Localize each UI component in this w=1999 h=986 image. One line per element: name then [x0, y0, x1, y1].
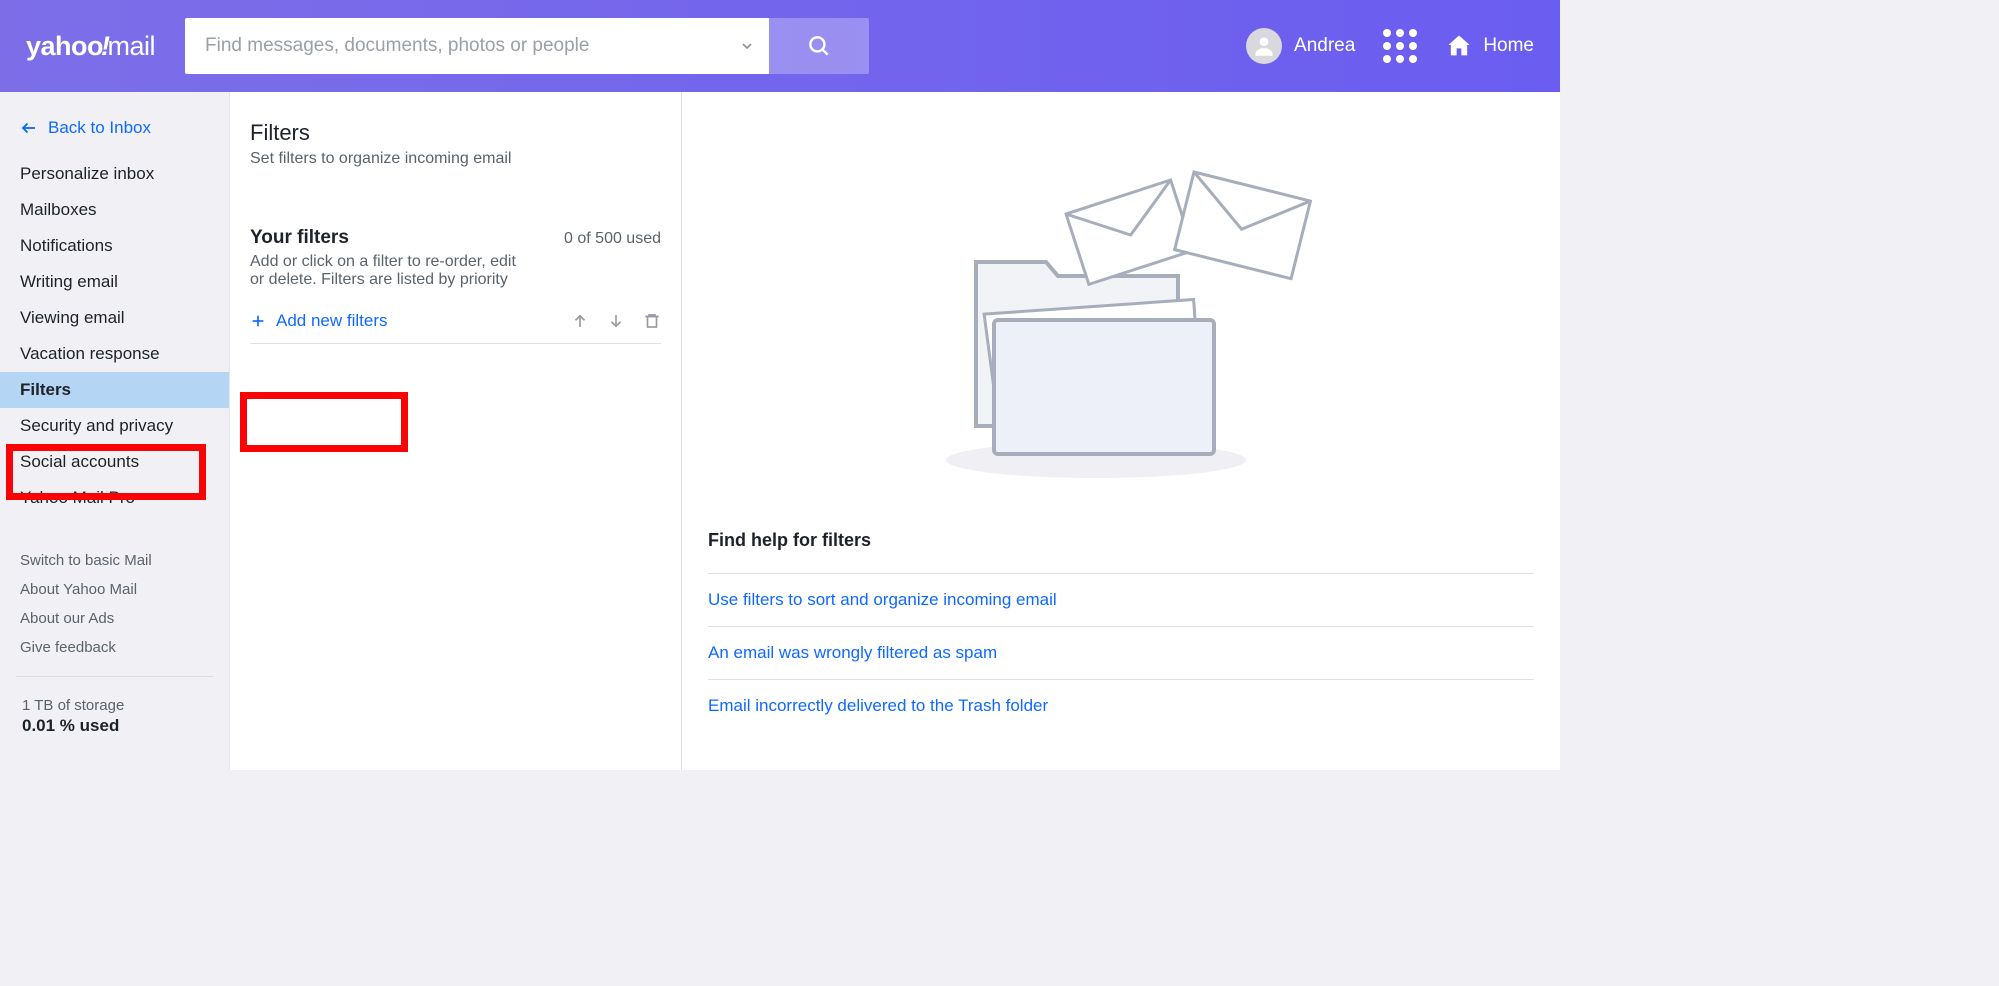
- sidebar-secondary-about-ads[interactable]: About our Ads: [0, 604, 229, 633]
- sidebar-item-vacation-response[interactable]: Vacation response: [0, 336, 229, 372]
- sidebar-item-personalize-inbox[interactable]: Personalize inbox: [0, 156, 229, 192]
- your-filters-heading: Your filters: [250, 227, 530, 249]
- account-name: Andrea: [1294, 35, 1355, 57]
- search-bar: [185, 18, 869, 74]
- settings-sidebar: Back to Inbox Personalize inbox Mailboxe…: [0, 92, 230, 770]
- back-to-inbox[interactable]: Back to Inbox: [0, 112, 229, 156]
- sidebar-item-viewing-email[interactable]: Viewing email: [0, 300, 229, 336]
- account-menu[interactable]: Andrea: [1246, 28, 1355, 64]
- your-filters-description: Add or click on a filter to re-order, ed…: [250, 253, 530, 289]
- search-scope-dropdown[interactable]: [725, 18, 769, 74]
- app-header: yahoo ! mail Andrea: [0, 0, 1560, 92]
- move-up-button[interactable]: [571, 312, 589, 330]
- sidebar-item-social-accounts[interactable]: Social accounts: [0, 444, 229, 480]
- yahoo-mail-logo[interactable]: yahoo ! mail: [26, 31, 155, 62]
- filters-panel: Filters Set filters to organize incoming…: [230, 92, 682, 770]
- sidebar-item-notifications[interactable]: Notifications: [0, 228, 229, 264]
- logo-suffix: mail: [108, 31, 156, 62]
- help-panel: Find help for filters Use filters to sor…: [682, 92, 1560, 770]
- home-icon: [1445, 32, 1473, 60]
- sidebar-divider: [16, 676, 213, 677]
- search-icon: [806, 33, 832, 59]
- sidebar-item-mailboxes[interactable]: Mailboxes: [0, 192, 229, 228]
- storage-used: 0.01 % used: [22, 716, 207, 736]
- sidebar-item-writing-email[interactable]: Writing email: [0, 264, 229, 300]
- sidebar-secondary-give-feedback[interactable]: Give feedback: [0, 633, 229, 662]
- storage-total: 1 TB of storage: [22, 697, 207, 714]
- back-label: Back to Inbox: [48, 118, 151, 138]
- home-label: Home: [1483, 35, 1534, 57]
- storage-indicator: 1 TB of storage 0.01 % used: [0, 691, 229, 742]
- move-down-button[interactable]: [607, 312, 625, 330]
- add-new-filters-label: Add new filters: [276, 311, 388, 331]
- sidebar-item-filters[interactable]: Filters: [0, 372, 229, 408]
- logo-brand: yahoo: [26, 31, 103, 62]
- avatar-icon: [1246, 28, 1282, 64]
- search-input[interactable]: [185, 18, 725, 74]
- arrow-left-icon: [20, 119, 38, 137]
- sidebar-item-yahoo-mail-pro[interactable]: Yahoo Mail Pro: [0, 480, 229, 516]
- help-link-sort-organize[interactable]: Use filters to sort and organize incomin…: [708, 574, 1534, 627]
- apps-launcher[interactable]: [1383, 29, 1417, 63]
- add-new-filters-button[interactable]: Add new filters: [250, 311, 388, 331]
- search-button[interactable]: [769, 18, 869, 74]
- help-link-wrong-spam[interactable]: An email was wrongly filtered as spam: [708, 627, 1534, 680]
- filters-used-count: 0 of 500 used: [564, 230, 661, 248]
- sidebar-secondary-about-yahoo-mail[interactable]: About Yahoo Mail: [0, 575, 229, 604]
- home-button[interactable]: Home: [1445, 32, 1534, 60]
- sidebar-item-security-privacy[interactable]: Security and privacy: [0, 408, 229, 444]
- page-title: Filters: [250, 120, 661, 146]
- chevron-down-icon: [739, 38, 755, 54]
- sidebar-secondary-basic-mail[interactable]: Switch to basic Mail: [0, 546, 229, 575]
- page-subtitle: Set filters to organize incoming email: [250, 150, 661, 168]
- help-title: Find help for filters: [708, 530, 1534, 551]
- empty-state-illustration: [708, 122, 1534, 502]
- help-link-trash-delivery[interactable]: Email incorrectly delivered to the Trash…: [708, 680, 1534, 732]
- plus-icon: [250, 313, 266, 329]
- delete-button[interactable]: [643, 312, 661, 330]
